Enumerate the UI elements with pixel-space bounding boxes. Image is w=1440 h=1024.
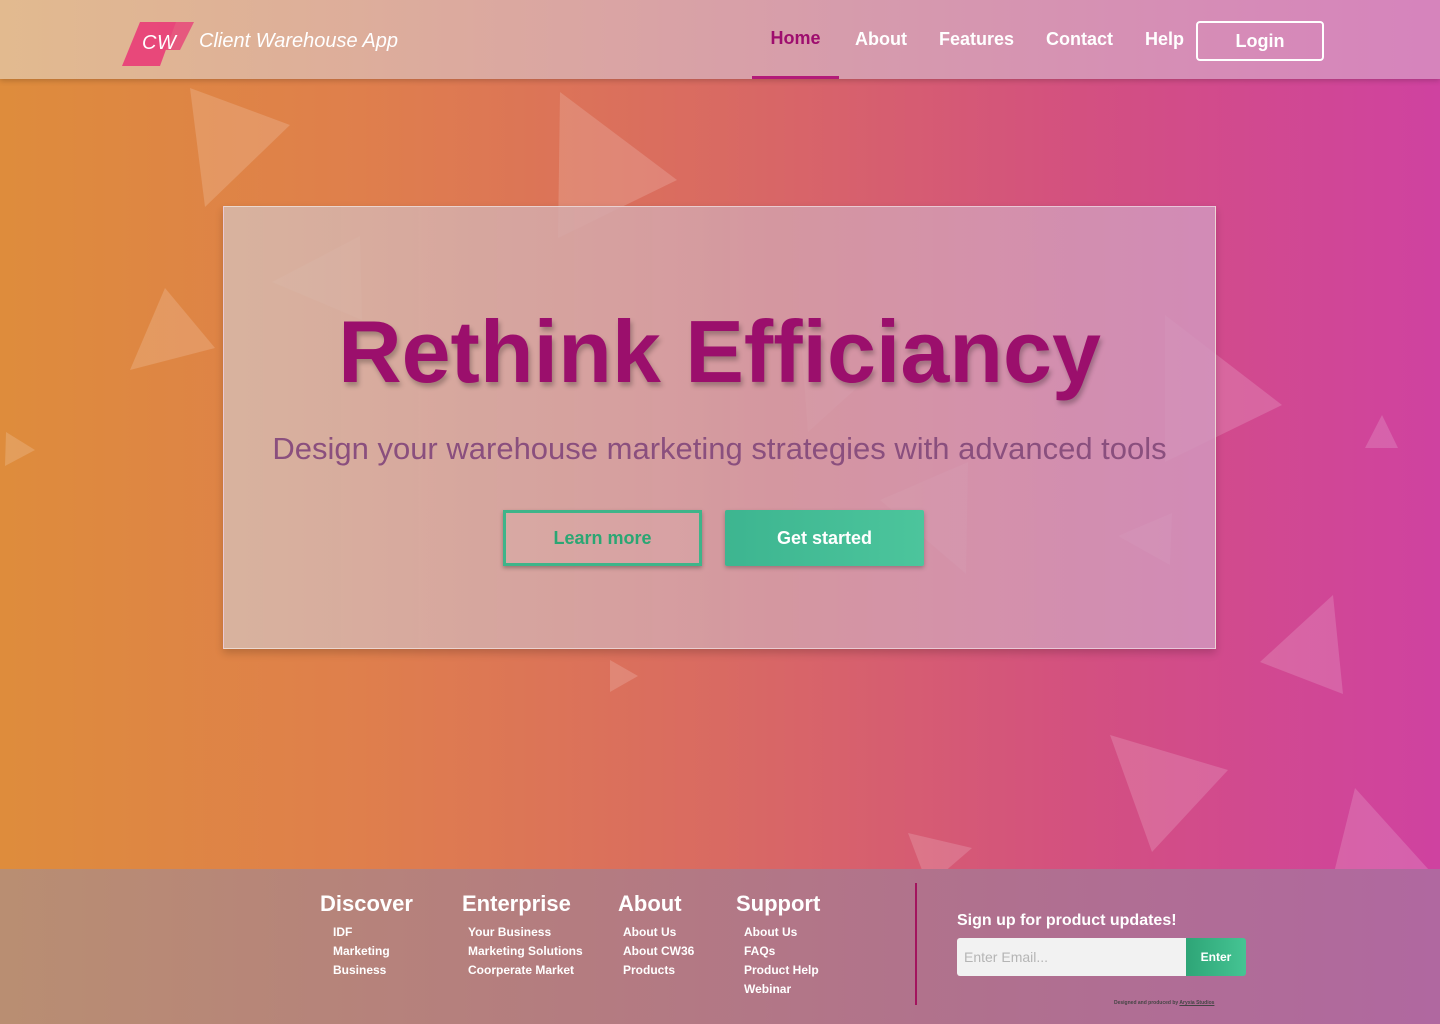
learn-more-button[interactable]: Learn more — [503, 510, 702, 566]
footer-heading: Support — [736, 891, 821, 916]
credit-prefix: Designed and produced by — [1114, 1000, 1179, 1006]
footer-column-enterprise: Enterprise Your Business Marketing Solut… — [462, 891, 583, 980]
footer-column-support: Support About Us FAQs Product Help Webin… — [736, 891, 820, 999]
logo-text: CW — [142, 32, 177, 54]
email-input[interactable] — [957, 938, 1187, 976]
footer-link[interactable]: Webinar — [744, 980, 820, 999]
hero-card: Rethink Efficiancy Design your warehouse… — [223, 206, 1216, 649]
nav-contact[interactable]: Contact — [1030, 0, 1129, 79]
nav-help[interactable]: Help — [1129, 0, 1200, 79]
top-navbar: CW Client Warehouse App Home About Featu… — [0, 0, 1440, 79]
footer-link[interactable]: Marketing Solutions — [468, 942, 583, 961]
app-title[interactable]: Client Warehouse App — [199, 30, 398, 53]
footer-link[interactable]: About CW36 — [623, 942, 694, 961]
footer-link[interactable]: Products — [623, 961, 694, 980]
footer-link[interactable]: Marketing — [333, 942, 413, 961]
footer-link[interactable]: Business — [333, 961, 413, 980]
footer-link[interactable]: About Us — [744, 923, 820, 942]
footer-column-discover: Discover IDF Marketing Business — [320, 891, 413, 980]
nav-about[interactable]: About — [839, 0, 923, 79]
hero-title: Rethink Efficiancy — [338, 302, 1101, 401]
footer-link[interactable]: About Us — [623, 923, 694, 942]
footer-heading: Enterprise — [462, 891, 571, 916]
footer-column-about: About About Us About CW36 Products — [618, 891, 694, 980]
credit-link[interactable]: Aryxia Studios — [1179, 1000, 1214, 1006]
footer-link[interactable]: FAQs — [744, 942, 820, 961]
get-started-button[interactable]: Get started — [725, 510, 924, 566]
nav-features[interactable]: Features — [923, 0, 1030, 79]
main-nav: Home About Features Contact Help — [752, 0, 1200, 79]
hero-subtitle: Design your warehouse marketing strategi… — [272, 431, 1167, 466]
nav-home[interactable]: Home — [752, 0, 839, 79]
footer-link[interactable]: Product Help — [744, 961, 820, 980]
login-button[interactable]: Login — [1196, 21, 1324, 61]
footer-link[interactable]: Coorperate Market — [468, 961, 583, 980]
footer: Discover IDF Marketing Business Enterpri… — [0, 869, 1440, 1024]
footer-link[interactable]: Your Business — [468, 923, 583, 942]
credit-text: Designed and produced by Aryxia Studios — [1114, 1000, 1214, 1006]
footer-heading: Discover — [320, 891, 413, 916]
footer-divider — [915, 883, 917, 1005]
enter-button[interactable]: Enter — [1186, 938, 1246, 976]
footer-link[interactable]: IDF — [333, 923, 413, 942]
footer-heading: About — [618, 891, 682, 916]
signup-label: Sign up for product updates! — [957, 912, 1177, 929]
